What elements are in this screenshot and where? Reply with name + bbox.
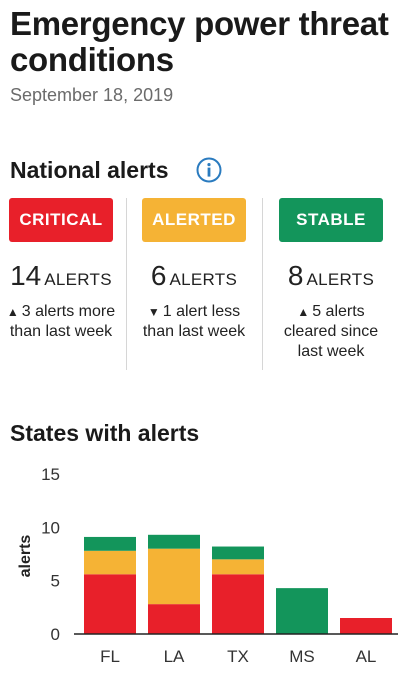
y-tick-label: 15 (41, 465, 60, 484)
column-divider (126, 198, 127, 370)
status-badge-alerted: ALERTED (142, 198, 246, 242)
page-title: Emergency power threat conditions (10, 5, 389, 78)
alert-column-alerted: ALERTED 6 ALERTS ▼ 1 alert less than last … (135, 198, 253, 342)
y-tick-label: 10 (41, 518, 60, 537)
bar-segment-fl (84, 536, 136, 551)
y-tick-label: 0 (51, 625, 60, 644)
states-heading: States with alerts (10, 420, 200, 446)
bar-segment-fl (84, 550, 136, 575)
alert-unit: ALERTS (44, 270, 112, 289)
x-tick-label: MS (289, 647, 315, 666)
alert-unit: ALERTS (169, 270, 238, 289)
bar-segment-tx (212, 546, 264, 560)
alert-unit: ALERTS (306, 270, 375, 289)
alert-column-stable: STABLE 8 ALERTS ▲ 5 alerts cleared since l… (272, 198, 390, 362)
date-label: September 18, 2019 (10, 85, 174, 105)
bar-segment-ms (276, 588, 328, 634)
info-icon[interactable] (196, 157, 222, 183)
status-badge-stable: STABLE (279, 198, 383, 242)
x-tick-label: FL (100, 647, 120, 666)
y-axis-title: alerts (17, 535, 34, 578)
up-arrow-icon: ▲ (6, 305, 19, 319)
x-tick-label: LA (164, 647, 185, 666)
alert-change-text: 3 alerts more than last week (9, 303, 116, 340)
x-tick-label: TX (227, 647, 249, 666)
alert-count: 6 (150, 260, 167, 291)
alert-count: 14 (10, 260, 42, 291)
bar-segment-la (148, 604, 200, 634)
bar-segment-fl (84, 574, 136, 634)
status-badge-critical: CRITICAL (9, 198, 113, 242)
bar-segment-al (340, 618, 392, 634)
bar-segment-tx (212, 559, 264, 575)
column-divider (262, 198, 263, 370)
up-arrow-icon: ▲ (297, 305, 310, 319)
x-tick-label: AL (356, 647, 377, 666)
alert-column-critical: CRITICAL 14 ALERTS ▲ 3 alerts more than la… (2, 198, 120, 342)
national-alerts-heading: National alerts (10, 157, 169, 183)
y-tick-label: 5 (51, 572, 60, 591)
bar-segment-tx (212, 574, 264, 634)
down-arrow-icon: ▼ (147, 305, 160, 319)
alert-count: 8 (287, 260, 304, 291)
bar-segment-la (148, 534, 200, 549)
bar-segment-la (148, 548, 200, 605)
states-alerts-chart: 0 5 10 15 alerts FL LA TX MS AL (17, 465, 398, 666)
